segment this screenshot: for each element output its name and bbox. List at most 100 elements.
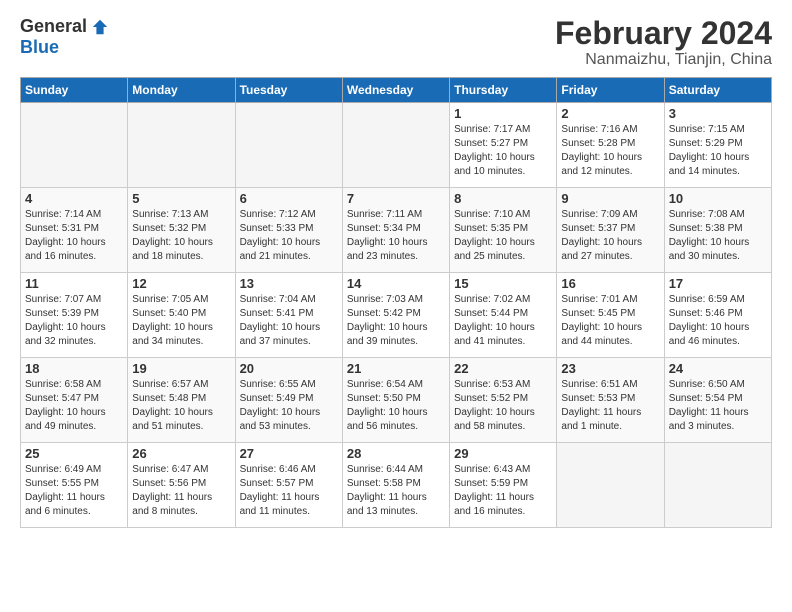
subtitle: Nanmaizhu, Tianjin, China: [555, 51, 772, 69]
calendar-cell: 20 Sunrise: 6:55 AMSunset: 5:49 PMDayligh…: [235, 358, 342, 443]
logo-blue: Blue: [20, 37, 59, 58]
day-number: 15: [454, 276, 552, 291]
col-header-sunday: Sunday: [21, 78, 128, 103]
day-number: 7: [347, 191, 445, 206]
day-number: 1: [454, 106, 552, 121]
calendar-cell: 26 Sunrise: 6:47 AMSunset: 5:56 PMDayligh…: [128, 443, 235, 528]
calendar-cell: 13 Sunrise: 7:04 AMSunset: 5:41 PMDayligh…: [235, 273, 342, 358]
calendar-cell: 21 Sunrise: 6:54 AMSunset: 5:50 PMDayligh…: [342, 358, 449, 443]
day-number: 3: [669, 106, 767, 121]
calendar-cell: 1 Sunrise: 7:17 AMSunset: 5:27 PMDaylight…: [450, 103, 557, 188]
day-info: Sunrise: 7:13 AMSunset: 5:32 PMDaylight:…: [132, 208, 230, 264]
day-info: Sunrise: 7:07 AMSunset: 5:39 PMDaylight:…: [25, 293, 123, 349]
calendar-cell: 19Sunrise: 6:57 AMSunset: 5:48 PMDayligh…: [128, 358, 235, 443]
day-number: 6: [240, 191, 338, 206]
calendar-cell: 27Sunrise: 6:46 AMSunset: 5:57 PMDayligh…: [235, 443, 342, 528]
day-number: 18: [25, 361, 123, 376]
calendar-cell: [128, 103, 235, 188]
day-info: Sunrise: 7:11 AMSunset: 5:34 PMDaylight:…: [347, 208, 445, 264]
day-info: Sunrise: 7:14 AMSunset: 5:31 PMDaylight:…: [25, 208, 123, 264]
day-info: Sunrise: 7:01 AMSunset: 5:45 PMDaylight:…: [561, 293, 659, 349]
col-header-saturday: Saturday: [664, 78, 771, 103]
col-header-tuesday: Tuesday: [235, 78, 342, 103]
calendar-cell: 6Sunrise: 7:12 AMSunset: 5:33 PMDaylight…: [235, 188, 342, 273]
col-header-monday: Monday: [128, 78, 235, 103]
day-info: Sunrise: 7:05 AMSunset: 5:40 PMDaylight:…: [132, 293, 230, 349]
header: General Blue February 2024 Nanmaizhu, Ti…: [20, 16, 772, 69]
day-info: Sunrise: 7:03 AMSunset: 5:42 PMDaylight:…: [347, 293, 445, 349]
day-info: Sunrise: 7:04 AMSunset: 5:41 PMDaylight:…: [240, 293, 338, 349]
calendar-cell: 18Sunrise: 6:58 AMSunset: 5:47 PMDayligh…: [21, 358, 128, 443]
day-number: 27: [240, 446, 338, 461]
day-number: 23: [561, 361, 659, 376]
logo-general: General: [20, 16, 87, 37]
day-info: Sunrise: 7:09 AMSunset: 5:37 PMDaylight:…: [561, 208, 659, 264]
page: General Blue February 2024 Nanmaizhu, Ti…: [0, 0, 792, 538]
calendar-cell: 4 Sunrise: 7:14 AMSunset: 5:31 PMDaylight…: [21, 188, 128, 273]
day-number: 2: [561, 106, 659, 121]
day-number: 11: [25, 276, 123, 291]
day-number: 12: [132, 276, 230, 291]
day-number: 29: [454, 446, 552, 461]
calendar-cell: 16 Sunrise: 7:01 AMSunset: 5:45 PMDayligh…: [557, 273, 664, 358]
day-number: 14: [347, 276, 445, 291]
day-number: 26: [132, 446, 230, 461]
calendar-cell: 8Sunrise: 7:10 AMSunset: 5:35 PMDaylight…: [450, 188, 557, 273]
day-number: 16: [561, 276, 659, 291]
calendar-cell: 11 Sunrise: 7:07 AMSunset: 5:39 PMDayligh…: [21, 273, 128, 358]
calendar-cell: 2 Sunrise: 7:16 AMSunset: 5:28 PMDaylight…: [557, 103, 664, 188]
week-row-3: 18Sunrise: 6:58 AMSunset: 5:47 PMDayligh…: [21, 358, 772, 443]
day-info: Sunrise: 6:55 AMSunset: 5:49 PMDaylight:…: [240, 378, 338, 434]
week-row-1: 4 Sunrise: 7:14 AMSunset: 5:31 PMDaylight…: [21, 188, 772, 273]
day-info: Sunrise: 7:15 AMSunset: 5:29 PMDaylight:…: [669, 123, 767, 179]
day-number: 5: [132, 191, 230, 206]
day-number: 20: [240, 361, 338, 376]
calendar-cell: [235, 103, 342, 188]
col-header-thursday: Thursday: [450, 78, 557, 103]
calendar-cell: 3 Sunrise: 7:15 AMSunset: 5:29 PMDaylight…: [664, 103, 771, 188]
calendar-cell: 5 Sunrise: 7:13 AMSunset: 5:32 PMDaylight…: [128, 188, 235, 273]
day-info: Sunrise: 6:54 AMSunset: 5:50 PMDaylight:…: [347, 378, 445, 434]
day-number: 21: [347, 361, 445, 376]
day-number: 8: [454, 191, 552, 206]
logo: General Blue: [20, 16, 109, 58]
calendar-cell: 9Sunrise: 7:09 AMSunset: 5:37 PMDaylight…: [557, 188, 664, 273]
col-header-friday: Friday: [557, 78, 664, 103]
col-header-wednesday: Wednesday: [342, 78, 449, 103]
day-info: Sunrise: 6:53 AMSunset: 5:52 PMDaylight:…: [454, 378, 552, 434]
day-info: Sunrise: 7:02 AMSunset: 5:44 PMDaylight:…: [454, 293, 552, 349]
day-info: Sunrise: 6:47 AMSunset: 5:56 PMDaylight:…: [132, 463, 230, 519]
day-info: Sunrise: 6:59 AMSunset: 5:46 PMDaylight:…: [669, 293, 767, 349]
calendar-cell: 12 Sunrise: 7:05 AMSunset: 5:40 PMDayligh…: [128, 273, 235, 358]
day-number: 22: [454, 361, 552, 376]
day-info: Sunrise: 7:08 AMSunset: 5:38 PMDaylight:…: [669, 208, 767, 264]
header-row: SundayMondayTuesdayWednesdayThursdayFrid…: [21, 78, 772, 103]
calendar-cell: [557, 443, 664, 528]
calendar-cell: 15 Sunrise: 7:02 AMSunset: 5:44 PMDayligh…: [450, 273, 557, 358]
calendar-cell: 25 Sunrise: 6:49 AMSunset: 5:55 PMDayligh…: [21, 443, 128, 528]
calendar-cell: 29Sunrise: 6:43 AMSunset: 5:59 PMDayligh…: [450, 443, 557, 528]
day-number: 24: [669, 361, 767, 376]
calendar-cell: [342, 103, 449, 188]
calendar-cell: 22 Sunrise: 6:53 AMSunset: 5:52 PMDayligh…: [450, 358, 557, 443]
week-row-2: 11 Sunrise: 7:07 AMSunset: 5:39 PMDayligh…: [21, 273, 772, 358]
day-number: 17: [669, 276, 767, 291]
calendar-cell: 17 Sunrise: 6:59 AMSunset: 5:46 PMDayligh…: [664, 273, 771, 358]
day-number: 13: [240, 276, 338, 291]
day-info: Sunrise: 7:17 AMSunset: 5:27 PMDaylight:…: [454, 123, 552, 179]
day-number: 25: [25, 446, 123, 461]
day-info: Sunrise: 6:51 AMSunset: 5:53 PMDaylight:…: [561, 378, 659, 434]
title-area: February 2024 Nanmaizhu, Tianjin, China: [555, 16, 772, 69]
day-number: 19: [132, 361, 230, 376]
day-info: Sunrise: 7:16 AMSunset: 5:28 PMDaylight:…: [561, 123, 659, 179]
week-row-4: 25 Sunrise: 6:49 AMSunset: 5:55 PMDayligh…: [21, 443, 772, 528]
week-row-0: 1 Sunrise: 7:17 AMSunset: 5:27 PMDaylight…: [21, 103, 772, 188]
day-info: Sunrise: 6:50 AMSunset: 5:54 PMDaylight:…: [669, 378, 767, 434]
day-info: Sunrise: 6:49 AMSunset: 5:55 PMDaylight:…: [25, 463, 123, 519]
calendar-cell: 24 Sunrise: 6:50 AMSunset: 5:54 PMDayligh…: [664, 358, 771, 443]
calendar-cell: 28Sunrise: 6:44 AMSunset: 5:58 PMDayligh…: [342, 443, 449, 528]
day-number: 28: [347, 446, 445, 461]
calendar-cell: [21, 103, 128, 188]
day-number: 4: [25, 191, 123, 206]
calendar-cell: 14 Sunrise: 7:03 AMSunset: 5:42 PMDayligh…: [342, 273, 449, 358]
